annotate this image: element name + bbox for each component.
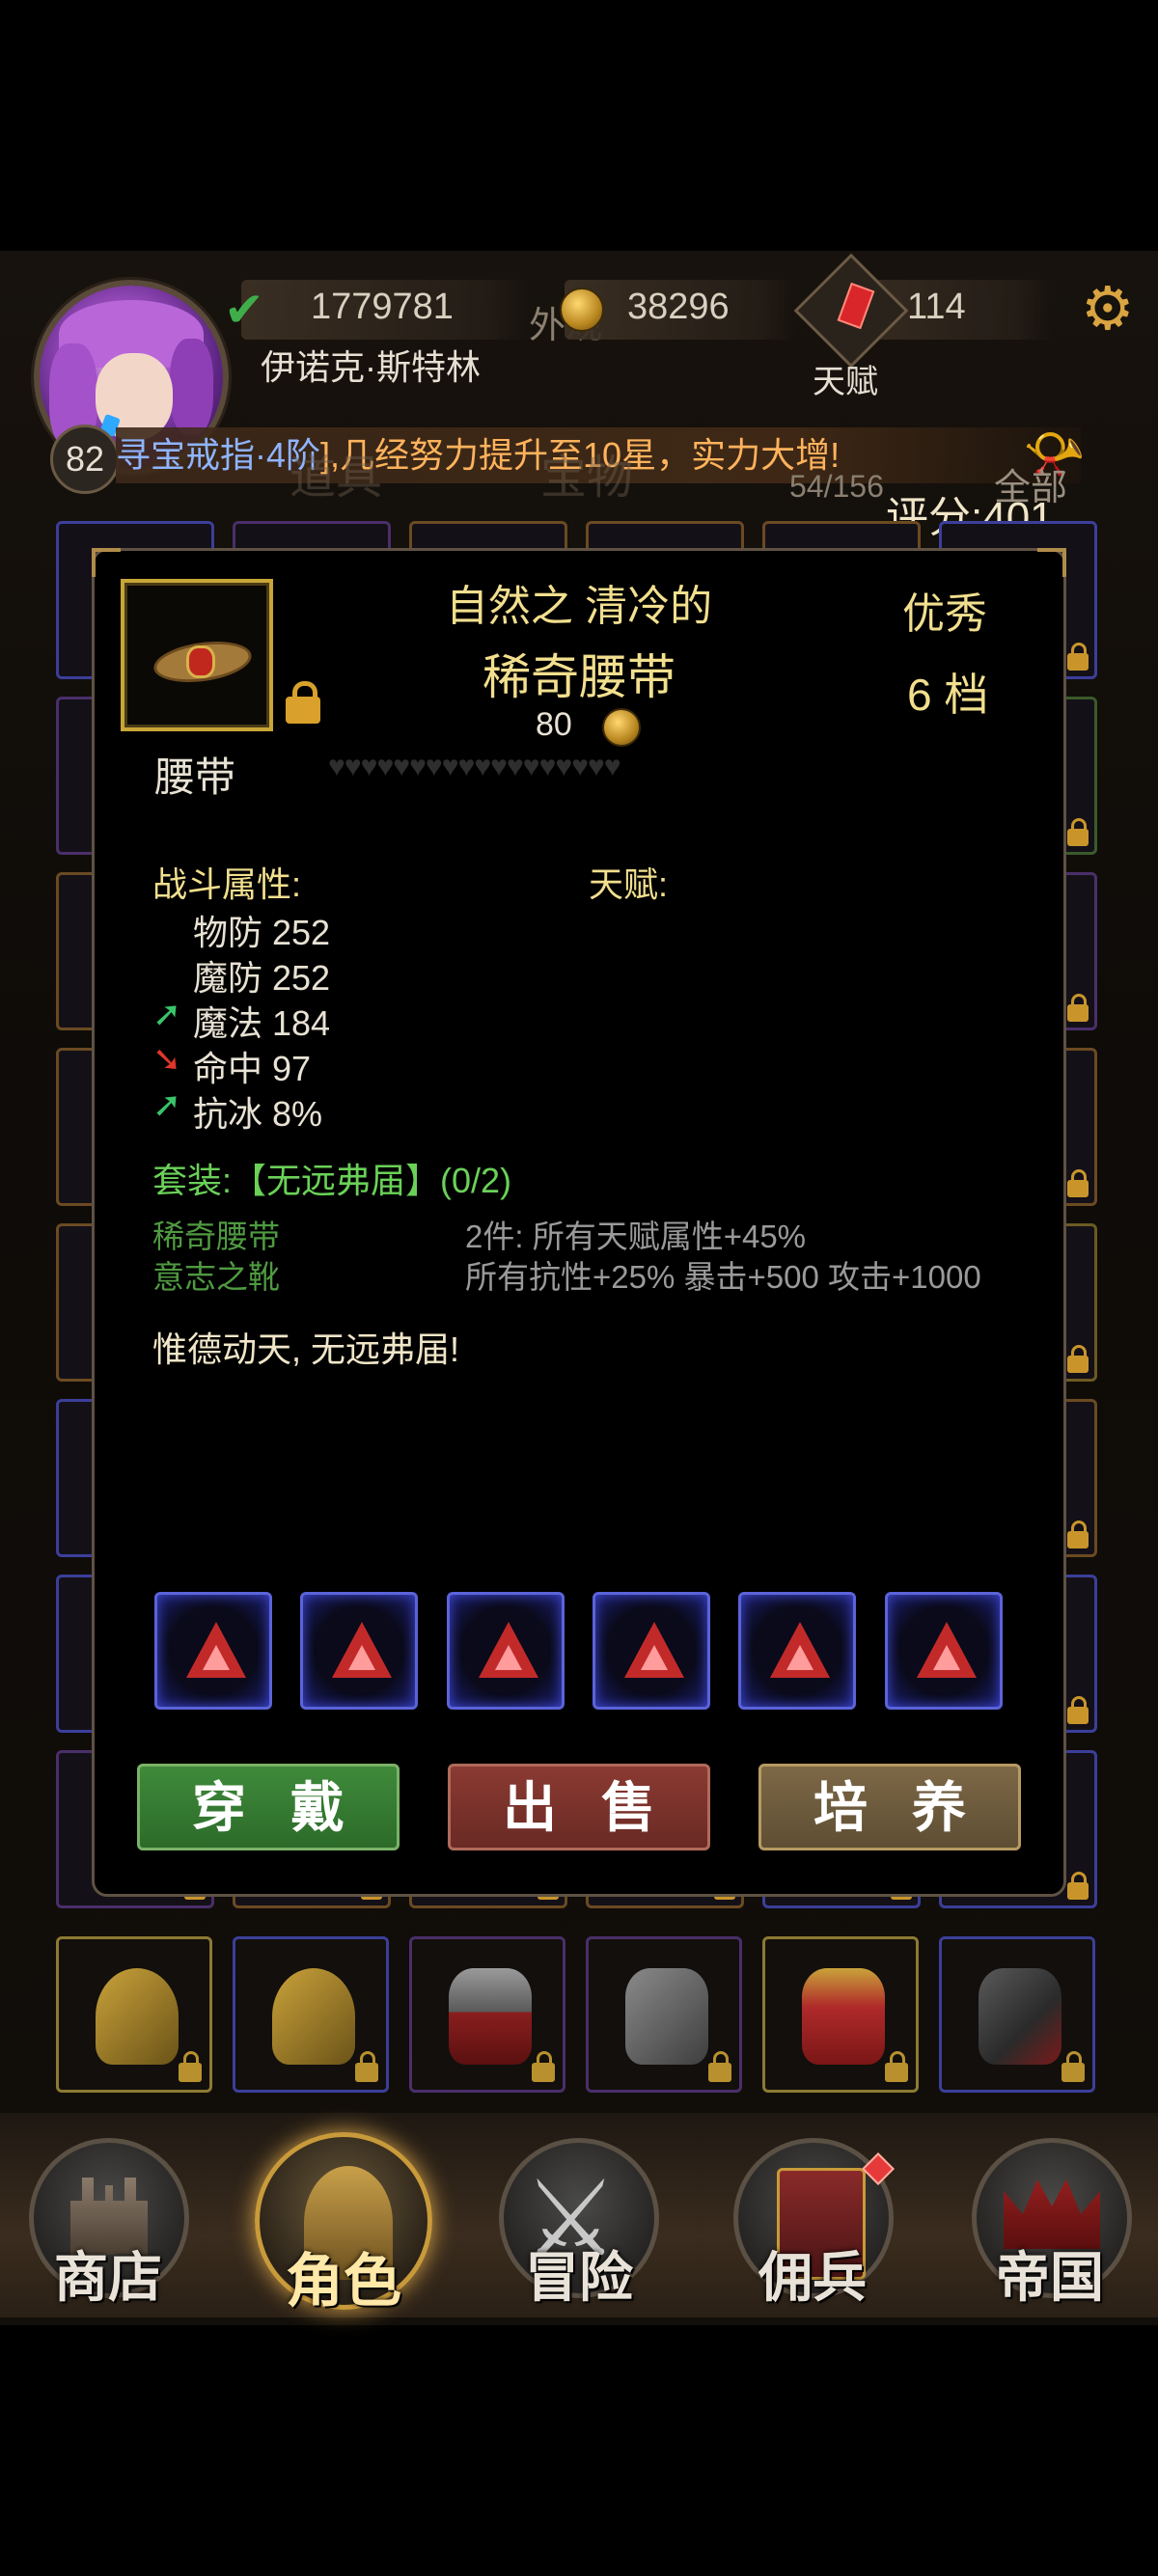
star-hearts-row: ♥♥♥♥♥♥♥♥♥♥♥♥♥♥♥♥♥♥	[328, 751, 621, 782]
item-prefix: 自然之 清冷的	[445, 583, 713, 630]
talent-label[interactable]: 天赋	[813, 355, 878, 402]
equipment-slot-armor[interactable]	[586, 1936, 742, 2093]
lock-icon	[885, 2051, 908, 2082]
lock-icon	[532, 2051, 555, 2082]
lock-icon	[1067, 1345, 1089, 1373]
item-icon	[121, 579, 273, 731]
lock-icon	[1067, 994, 1089, 1022]
gem-socket[interactable]	[593, 1592, 710, 1710]
train-button[interactable]: 培养	[758, 1764, 1021, 1850]
set-bonus: 所有抗性+25% 暴击+500 攻击+1000	[465, 1259, 981, 1295]
stamina-value: 1779781	[311, 287, 454, 327]
gem-socket[interactable]	[885, 1592, 1003, 1710]
combat-attributes-title: 战斗属性:	[152, 864, 302, 904]
item-name: 稀奇腰带	[482, 650, 676, 704]
stat-down-arrow-icon: ➘	[152, 1039, 182, 1079]
set-item-name: 意志之靴	[152, 1259, 280, 1295]
lock-icon	[179, 2051, 202, 2082]
popup-corner	[1037, 548, 1066, 577]
popup-corner	[92, 548, 121, 577]
item-price: 80	[536, 706, 572, 743]
gem-socket[interactable]	[447, 1592, 565, 1710]
gem-value: 114	[907, 287, 966, 327]
armor-icon	[449, 1968, 532, 2065]
stat-row: 魔法 184	[193, 1003, 331, 1043]
item-grade: 优秀	[902, 590, 987, 638]
equipment-slot-armor[interactable]	[939, 1936, 1095, 2093]
set-title: 套装:【无远弗届】(0/2)	[152, 1161, 512, 1200]
player-name: 伊诺克·斯特林	[261, 347, 481, 387]
nav-character-label[interactable]: 角色	[247, 2234, 440, 2318]
stat-row: 魔防 252	[193, 958, 331, 998]
nav-shop-label[interactable]: 商店	[12, 2234, 205, 2313]
stat-row: 抗冰 8%	[193, 1094, 323, 1134]
helmet-icon	[272, 1968, 355, 2065]
tab-treasure-behind: 宝物	[540, 452, 634, 504]
lock-icon	[1067, 1872, 1089, 1900]
gold-coin-icon	[560, 288, 604, 332]
gem-socket[interactable]	[300, 1592, 418, 1710]
armor-icon	[625, 1968, 708, 2065]
gem-socket[interactable]	[738, 1592, 856, 1710]
equipment-slot-helmet[interactable]	[233, 1936, 389, 2093]
nav-mercenary-label[interactable]: 佣兵	[716, 2234, 909, 2313]
helmet-icon	[96, 1968, 179, 2065]
nav-adventure-label[interactable]: 冒险	[482, 2234, 676, 2313]
lock-icon	[1067, 1696, 1089, 1724]
lock-icon	[355, 2051, 378, 2082]
item-type: 腰带	[154, 754, 236, 800]
gold-coin-icon	[602, 708, 641, 747]
lock-icon	[1067, 1521, 1089, 1548]
nav-empire-label[interactable]: 帝国	[953, 2234, 1146, 2313]
gem-socket[interactable]	[154, 1592, 272, 1710]
lock-icon	[1067, 818, 1089, 846]
lock-icon	[1067, 643, 1089, 671]
gear-icon[interactable]: ⚙	[1081, 280, 1135, 340]
equipment-slot-armor[interactable]	[762, 1936, 919, 2093]
tab-items-behind: 道具	[290, 452, 383, 504]
flavor-text: 惟德动天, 无远弗届!	[152, 1329, 460, 1369]
armor-icon	[802, 1968, 885, 2065]
level-badge: 82	[50, 425, 120, 494]
equipment-slot-helmet[interactable]	[56, 1936, 212, 2093]
lock-icon	[1067, 1169, 1089, 1197]
stat-up-arrow-icon: ➚	[152, 994, 182, 1033]
lock-icon	[708, 2051, 731, 2082]
stamina-icon: ✔	[224, 283, 264, 337]
set-item-name: 稀奇腰带	[152, 1219, 280, 1254]
set-bonus: 2件: 所有天赋属性+45%	[465, 1219, 807, 1254]
item-tier: 6 档	[907, 670, 989, 720]
armor-icon	[979, 1968, 1062, 2065]
stat-up-arrow-icon: ➚	[152, 1084, 182, 1124]
wear-button[interactable]: 穿戴	[137, 1764, 400, 1850]
stat-row: 命中 97	[193, 1049, 312, 1088]
equipment-slot-armor[interactable]	[409, 1936, 565, 2093]
lock-icon[interactable]	[286, 681, 320, 724]
sell-button[interactable]: 出售	[448, 1764, 710, 1850]
lock-icon	[1062, 2051, 1085, 2082]
inventory-count: 54/156	[789, 469, 884, 504]
talent-title: 天赋:	[589, 864, 669, 904]
stat-row: 物防 252	[193, 913, 331, 952]
gold-value: 38296	[627, 287, 730, 327]
